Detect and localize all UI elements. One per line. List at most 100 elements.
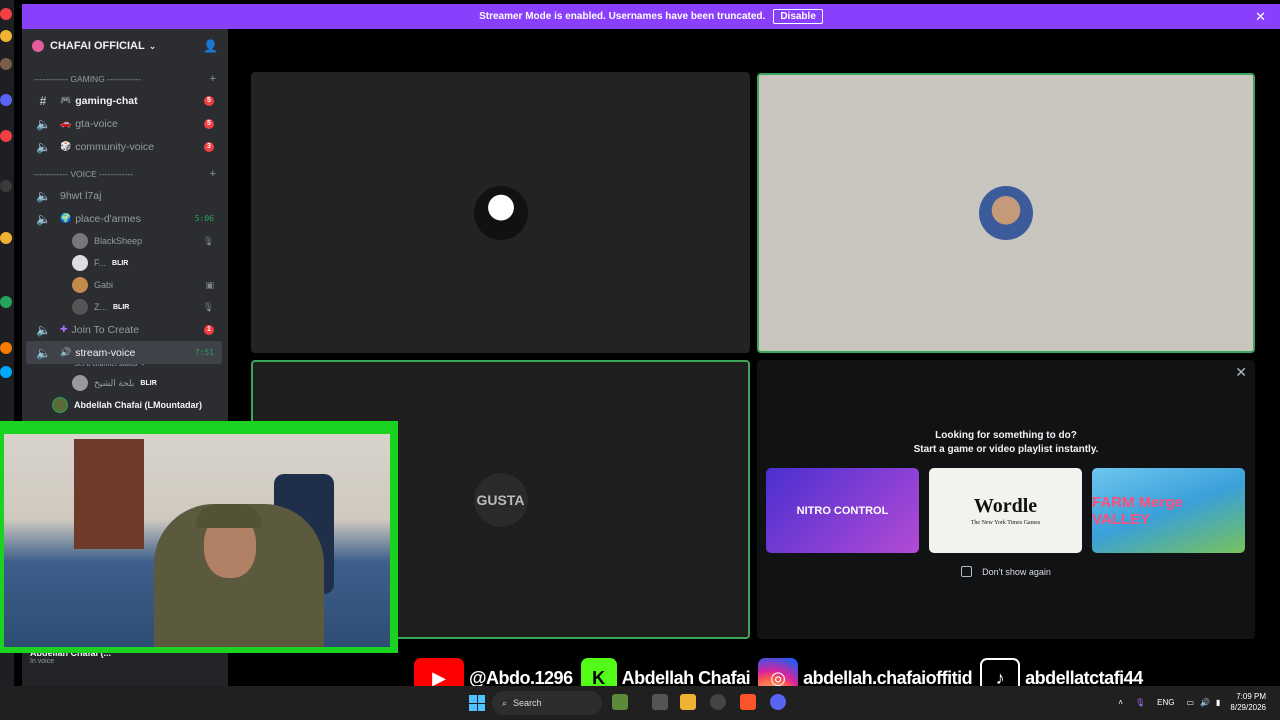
taskbar-search[interactable]: ⌕ Search: [492, 691, 602, 715]
mention-badge: 5: [204, 118, 214, 129]
voice-user[interactable]: Gabi ▣: [22, 274, 228, 296]
close-icon[interactable]: ✕: [1255, 9, 1266, 25]
channel-label: Join To Create: [71, 323, 140, 336]
speaker-icon: 🔈: [36, 345, 51, 360]
server-icon[interactable]: [0, 130, 12, 142]
file-explorer-icon[interactable]: [680, 694, 696, 710]
avatar: [72, 299, 88, 315]
server-icon[interactable]: [0, 94, 12, 106]
brave-browser-icon[interactable]: [740, 694, 756, 710]
search-icon: ⌕: [502, 697, 508, 708]
chevron-up-icon[interactable]: ˄: [1118, 698, 1123, 707]
channel-join-to-create[interactable]: 🔈 ✚ Join To Create 1: [26, 318, 222, 341]
server-icon[interactable]: [0, 180, 12, 192]
speaker-icon: 🔈: [36, 322, 51, 337]
voice-status: In voice: [30, 658, 55, 665]
avatar: [979, 186, 1033, 240]
battery-icon[interactable]: ▮: [1216, 698, 1220, 707]
chevron-down-icon: ⌄: [148, 40, 157, 51]
app-icon[interactable]: [710, 694, 726, 710]
widgets-icon[interactable]: [612, 694, 628, 710]
plus-icon[interactable]: +: [210, 73, 216, 85]
mention-badge: 5: [204, 95, 214, 106]
category-voice[interactable]: ------------ VOICE ------------ +: [22, 164, 228, 184]
user-tag: BLIR: [113, 303, 130, 311]
user-name: F...: [94, 258, 107, 268]
voice-user[interactable]: Z... BLIR 🎙: [22, 296, 228, 318]
voice-user[interactable]: BlackSheep 🎙: [22, 230, 228, 252]
server-icon[interactable]: [0, 366, 12, 378]
server-icon[interactable]: [0, 58, 12, 70]
dont-show-again-checkbox[interactable]: Don't show again: [757, 566, 1255, 577]
voice-user[interactable]: F... BLIR: [22, 252, 228, 274]
webcam-feed: [4, 434, 390, 647]
banner-message: Streamer Mode is enabled. Usernames have…: [479, 11, 766, 22]
discord-icon[interactable]: [770, 694, 786, 710]
user-name: بلحة الشيخ: [94, 377, 135, 388]
server-icon[interactable]: [0, 296, 12, 308]
category-label: ------------ VOICE ------------: [34, 169, 134, 179]
user-name: Abdellah Chafai (LMountadar): [74, 400, 202, 410]
speaker-icon: 🔊: [60, 347, 72, 357]
server-icon[interactable]: [0, 30, 12, 42]
server-name: CHAFAI OFFICIAL: [50, 40, 145, 52]
mention-badge: 1: [204, 324, 214, 335]
participant-tile[interactable]: [251, 72, 750, 353]
avatar: GUSTA: [473, 472, 528, 527]
avatar: [72, 233, 88, 249]
avatar: [52, 397, 68, 413]
background-door: [74, 439, 144, 549]
voice-user[interactable]: Abdellah Chafai (LMountadar): [22, 394, 228, 416]
task-view-icon[interactable]: [652, 694, 668, 710]
user-name: Z...: [94, 302, 107, 312]
user-name: BlackSheep: [94, 236, 143, 246]
user-tag: BLIR: [140, 379, 157, 387]
category-gaming[interactable]: ------------ GAMING ------------ +: [22, 69, 228, 89]
clock[interactable]: 7:09 PM 8/29/2026: [1230, 691, 1266, 713]
avatar: [72, 255, 88, 271]
avatar: [473, 185, 528, 240]
speaker-icon: 🔈: [36, 211, 51, 226]
channel-community-voice[interactable]: 🔈 🎲 community-voice 3: [26, 135, 222, 158]
globe-icon: 🌍: [60, 213, 72, 223]
windows-taskbar: ⌕ Search ˄ 🎙 ENG ▭ 🔊 ▮ 7:09 PM 8/29/2026: [0, 686, 1280, 720]
plus-icon: ✚: [60, 324, 68, 334]
channel-place-darmes[interactable]: 🔈 🌍 place-d'armes 5:06: [26, 207, 222, 230]
plus-icon[interactable]: +: [210, 168, 216, 180]
activity-card-wordle[interactable]: Wordle The New York Times Games: [929, 468, 1082, 553]
channel-label: gaming-chat: [75, 94, 138, 107]
voice-duration: 7:51: [194, 348, 214, 357]
channel-label: place-d'armes: [75, 212, 141, 225]
server-icon[interactable]: [0, 8, 12, 20]
close-icon[interactable]: ✕: [1235, 364, 1247, 381]
checkbox-icon[interactable]: [961, 566, 973, 577]
activity-card-farm-merge-valley[interactable]: FARM Merge VALLEY: [1092, 468, 1245, 553]
avatar: [72, 375, 88, 391]
speaker-icon: 🔈: [36, 188, 51, 203]
server-icon[interactable]: [0, 342, 12, 354]
channel-gaming-chat[interactable]: # 🎮 gaming-chat 5: [26, 89, 222, 112]
system-tray: ˄ 🎙 ENG ▭ 🔊 ▮ 7:09 PM 8/29/2026: [1118, 691, 1266, 713]
channel-stream-voice[interactable]: 🔈 🔊 stream-voice 7:51: [26, 341, 222, 364]
microphone-icon[interactable]: 🎙: [1135, 698, 1145, 707]
channel-gta-voice[interactable]: 🔈 🚗 gta-voice 5: [26, 112, 222, 135]
muted-icon: 🎙: [202, 301, 214, 312]
participant-tile-speaking[interactable]: [757, 73, 1255, 353]
mention-badge: 3: [204, 141, 214, 152]
car-icon: 🚗: [60, 118, 72, 128]
streamer-mode-banner: Streamer Mode is enabled. Usernames have…: [22, 4, 1280, 29]
server-icon[interactable]: [0, 232, 12, 244]
disable-streamer-mode-button[interactable]: Disable: [773, 9, 823, 24]
server-logo-icon: [32, 40, 44, 52]
activity-card-nitro-control[interactable]: NITRO CONTROL: [766, 468, 919, 553]
invite-member-icon[interactable]: 👤: [203, 39, 218, 53]
muted-icon: 🎙: [202, 235, 214, 246]
windows-start-icon[interactable]: [469, 695, 485, 711]
volume-icon[interactable]: 🔊: [1200, 698, 1210, 707]
monitor-icon[interactable]: ▭: [1186, 698, 1194, 707]
channel-9hwt-l7aj[interactable]: 🔈 9hwt l7aj: [26, 184, 222, 207]
voice-user[interactable]: بلحة الشيخ BLIR: [22, 372, 228, 394]
user-tag: BLIR: [112, 259, 129, 267]
language-indicator[interactable]: ENG: [1157, 698, 1174, 707]
server-header[interactable]: CHAFAI OFFICIAL ⌄ 👤: [22, 29, 228, 63]
